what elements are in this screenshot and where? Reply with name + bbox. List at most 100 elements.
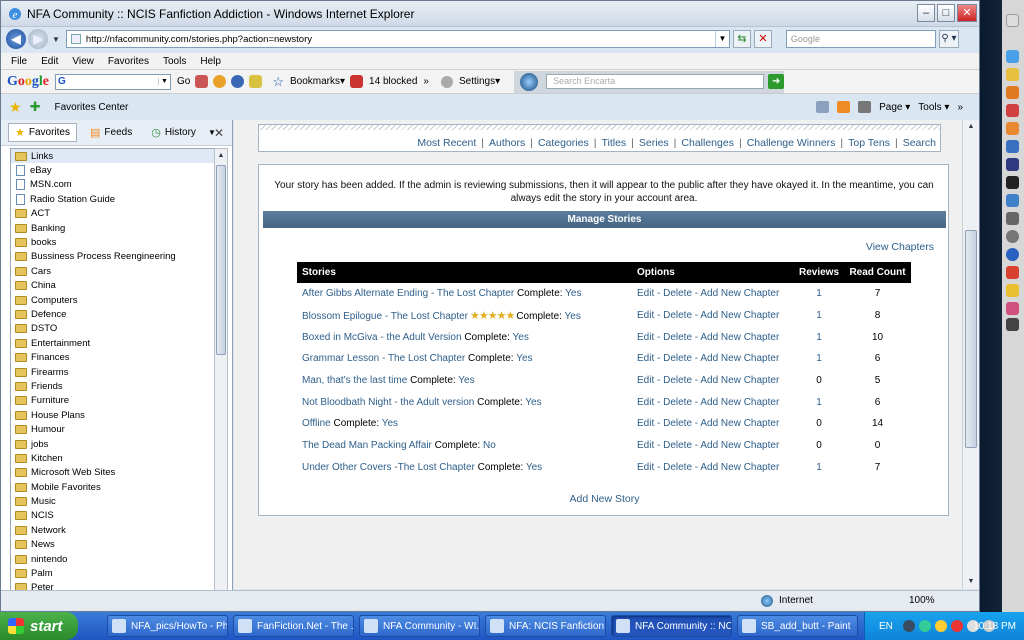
- news-icon[interactable]: [195, 75, 209, 88]
- story-options-links[interactable]: Edit - Delete - Add New Chapter: [632, 391, 794, 413]
- story-options-links[interactable]: Edit - Delete - Add New Chapter: [632, 348, 794, 370]
- sidebar-icon[interactable]: [1006, 68, 1019, 81]
- tray-icon[interactable]: [950, 620, 963, 632]
- menu-edit[interactable]: Edit: [41, 56, 58, 67]
- home-icon[interactable]: [816, 101, 830, 113]
- taskbar-button[interactable]: FanFiction.Net - The ...: [233, 615, 354, 637]
- sidebar-icon[interactable]: [1006, 158, 1019, 171]
- favorites-item[interactable]: Furniture: [11, 394, 214, 408]
- sidebar-icon[interactable]: [1006, 176, 1019, 189]
- menu-tools[interactable]: Tools: [163, 56, 186, 67]
- favorites-item[interactable]: Humour: [11, 422, 214, 436]
- zoom-level[interactable]: 100%: [909, 595, 935, 606]
- menu-view[interactable]: View: [72, 56, 94, 67]
- nav-link-categories[interactable]: Categories: [538, 137, 589, 149]
- view-chapters-link[interactable]: View Chapters: [866, 241, 934, 253]
- feeds-icon[interactable]: [837, 101, 851, 113]
- reviews-count[interactable]: 1: [794, 305, 844, 327]
- address-bar[interactable]: http://nfacommunity.com/stories.php?acti…: [65, 30, 730, 48]
- favorites-item[interactable]: Mobile Favorites: [11, 480, 214, 494]
- favorites-item[interactable]: Entertainment: [11, 336, 214, 350]
- search-button[interactable]: ⚲ ▾: [938, 30, 959, 48]
- sidebar-icon[interactable]: [1006, 266, 1019, 279]
- refresh-button[interactable]: ⇆: [732, 30, 751, 48]
- settings-button[interactable]: Settings▾: [459, 76, 500, 87]
- story-title-link[interactable]: Grammar Lesson - The Lost Chapter: [302, 353, 465, 364]
- sidebar-icon[interactable]: [1006, 140, 1019, 153]
- recent-pages-dropdown-icon[interactable]: ▼: [52, 35, 60, 44]
- popup-blocked-count[interactable]: 14 blocked: [369, 76, 417, 87]
- reviews-count[interactable]: 1: [794, 391, 844, 413]
- tools-menu-button[interactable]: Tools ▾: [918, 102, 949, 113]
- favorites-item[interactable]: DSTO: [11, 322, 214, 336]
- story-title-link[interactable]: Not Bloodbath Night - the Adult version: [302, 397, 474, 408]
- minimize-button[interactable]: –: [917, 4, 935, 22]
- scroll-up-icon[interactable]: ▲: [215, 149, 227, 163]
- sidebar-icon[interactable]: [1006, 284, 1019, 297]
- add-new-story-link[interactable]: Add New Story: [259, 493, 950, 505]
- nav-link-series[interactable]: Series: [639, 137, 669, 149]
- story-title-link[interactable]: After Gibbs Alternate Ending - The Lost …: [302, 288, 514, 299]
- sidebar-icon[interactable]: [1006, 302, 1019, 315]
- taskbar-button[interactable]: NFA Community - WI...: [359, 615, 480, 637]
- favorites-item[interactable]: Firearms: [11, 365, 214, 379]
- forward-button[interactable]: ▶: [28, 29, 48, 49]
- tray-icon[interactable]: [918, 620, 931, 632]
- tab-feeds[interactable]: ▤ Feeds: [84, 124, 138, 141]
- print-icon[interactable]: [858, 101, 872, 113]
- more-chevron-icon[interactable]: »: [423, 76, 429, 87]
- nav-link-top-tens[interactable]: Top Tens: [848, 137, 890, 149]
- favorites-item[interactable]: Palm: [11, 566, 214, 580]
- sidebar-icon[interactable]: [1006, 104, 1019, 117]
- favorites-item[interactable]: MSN.com: [11, 178, 214, 192]
- globe-icon[interactable]: [231, 75, 245, 88]
- favorites-item[interactable]: nintendo: [11, 552, 214, 566]
- scroll-up-icon[interactable]: ▲: [965, 120, 977, 134]
- taskbar-button[interactable]: SB_add_butt - Paint: [737, 615, 858, 637]
- story-options-links[interactable]: Edit - Delete - Add New Chapter: [632, 305, 794, 327]
- story-title-link[interactable]: Boxed in McGiva - the Adult Version: [302, 332, 462, 343]
- favorites-item[interactable]: Computers: [11, 293, 214, 307]
- sidebar-icon[interactable]: [1006, 50, 1019, 63]
- favorites-item[interactable]: Finances: [11, 350, 214, 364]
- story-options-links[interactable]: Edit - Delete - Add New Chapter: [632, 457, 794, 479]
- story-options-links[interactable]: Edit - Delete - Add New Chapter: [632, 283, 794, 305]
- story-options-links[interactable]: Edit - Delete - Add New Chapter: [632, 435, 794, 457]
- google-search-input[interactable]: G ▼: [55, 73, 171, 90]
- menu-help[interactable]: Help: [200, 56, 221, 67]
- favorites-scrollbar[interactable]: ▲ ▼: [214, 148, 228, 603]
- favorites-item[interactable]: Music: [11, 494, 214, 508]
- taskbar-button[interactable]: NFA: NCIS Fanfiction ...: [485, 615, 606, 637]
- tab-favorites[interactable]: ★ Favorites: [8, 123, 77, 142]
- live-search-input[interactable]: Google: [785, 30, 936, 48]
- reviews-count[interactable]: 1: [794, 457, 844, 479]
- close-pane-icon[interactable]: ✕: [214, 126, 224, 140]
- favorites-item[interactable]: NCIS: [11, 509, 214, 523]
- sidebar-icon[interactable]: [1006, 248, 1019, 261]
- more-chevron-icon[interactable]: »: [957, 102, 963, 113]
- menu-file[interactable]: File: [11, 56, 27, 67]
- nav-link-search[interactable]: Search: [903, 137, 936, 149]
- favorites-item[interactable]: Kitchen: [11, 451, 214, 465]
- nav-link-challenges[interactable]: Challenges: [681, 137, 734, 149]
- sidebar-icon[interactable]: [1006, 230, 1019, 243]
- autofill-icon[interactable]: [249, 75, 263, 88]
- story-title-link[interactable]: Man, that's the last time: [302, 375, 407, 386]
- taskbar-button[interactable]: NFA_pics/HowTo - Ph...: [107, 615, 228, 637]
- favorites-item[interactable]: Links: [11, 149, 214, 164]
- story-options-links[interactable]: Edit - Delete - Add New Chapter: [632, 413, 794, 435]
- nav-link-titles[interactable]: Titles: [601, 137, 626, 149]
- story-options-links[interactable]: Edit - Delete - Add New Chapter: [632, 326, 794, 348]
- reviews-count[interactable]: 1: [794, 283, 844, 305]
- nav-link-challenge-winners[interactable]: Challenge Winners: [747, 137, 836, 149]
- story-options-links[interactable]: Edit - Delete - Add New Chapter: [632, 370, 794, 392]
- tab-history[interactable]: ◷ History ▼: [145, 124, 222, 141]
- address-dropdown-icon[interactable]: ▼: [714, 31, 729, 47]
- tray-icon[interactable]: [902, 620, 915, 632]
- favorites-item[interactable]: House Plans: [11, 408, 214, 422]
- favorites-item[interactable]: Bussiness Process Reengineering: [11, 250, 214, 264]
- favorites-item[interactable]: Microsoft Web Sites: [11, 466, 214, 480]
- close-button[interactable]: ✕: [957, 4, 977, 22]
- sidebar-icon[interactable]: [1006, 14, 1019, 27]
- story-title-link[interactable]: The Dead Man Packing Affair: [302, 440, 432, 451]
